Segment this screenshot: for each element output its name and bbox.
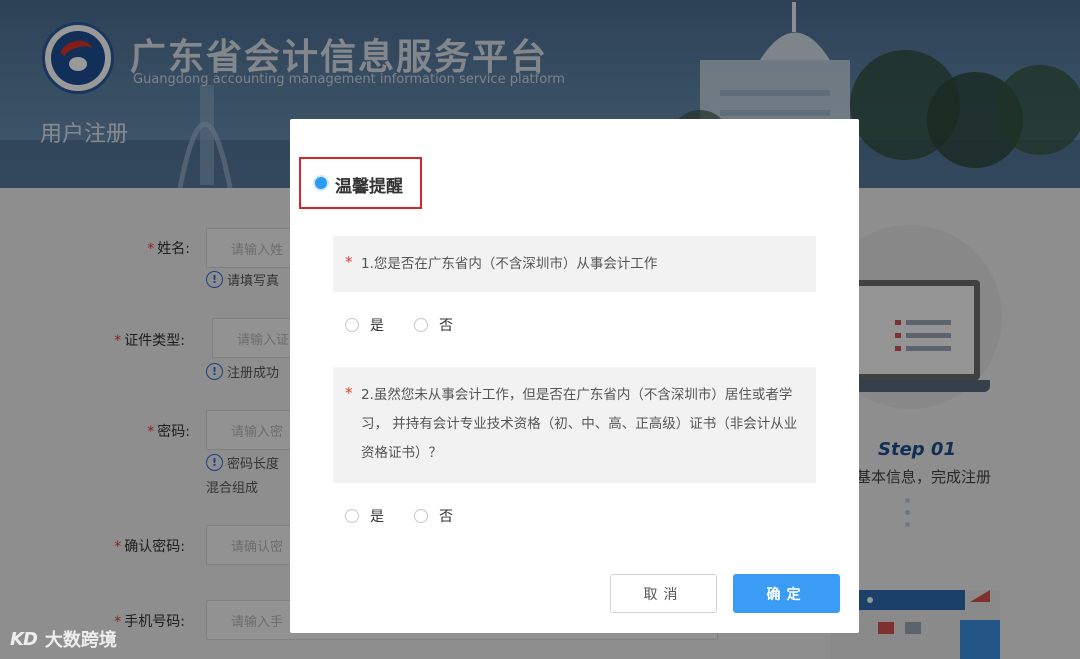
question-2-text: 2.虽然您未从事会计工作，但是否在广东省内（不含深圳市）居住或者学习， 并持有会… <box>361 387 798 461</box>
question-1: * 1.您是否在广东省内（不含深圳市）从事会计工作 <box>333 236 816 292</box>
question-1-no-radio[interactable]: 否 <box>414 315 453 335</box>
question-1-yes-radio[interactable]: 是 <box>345 315 384 335</box>
reminder-dialog: 温馨提醒 * 1.您是否在广东省内（不含深圳市）从事会计工作 是 否 * 2.虽… <box>290 119 859 633</box>
dialog-title: 温馨提醒 <box>335 177 403 197</box>
required-star: * <box>345 384 353 402</box>
radio-circle[interactable] <box>345 509 359 523</box>
question-2-yes-radio[interactable]: 是 <box>345 506 384 526</box>
confirm-button[interactable]: 确定 <box>733 574 840 613</box>
question-2-no-radio[interactable]: 否 <box>414 506 453 526</box>
question-1-text: 1.您是否在广东省内（不含深圳市）从事会计工作 <box>361 256 658 272</box>
radio-circle[interactable] <box>414 509 428 523</box>
radio-circle[interactable] <box>345 318 359 332</box>
cancel-button[interactable]: 取消 <box>610 574 717 613</box>
required-star: * <box>345 253 353 271</box>
question-2-options: 是 否 <box>345 506 483 526</box>
question-1-options: 是 否 <box>345 315 483 335</box>
watermark: KD 大数跨境 <box>10 626 117 652</box>
title-bullet-icon <box>315 177 327 189</box>
question-2: * 2.虽然您未从事会计工作，但是否在广东省内（不含深圳市）居住或者学习， 并持… <box>333 367 816 483</box>
watermark-logo: KD <box>10 628 38 650</box>
dialog-title-highlight: 温馨提醒 <box>299 157 422 209</box>
radio-circle[interactable] <box>414 318 428 332</box>
watermark-text: 大数跨境 <box>44 630 117 651</box>
